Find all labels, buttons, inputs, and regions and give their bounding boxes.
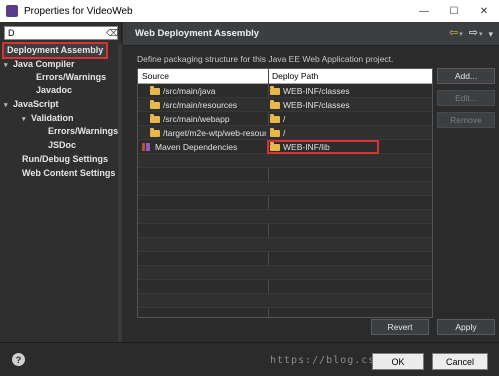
table-row[interactable]: /target/m2e-wtp/web-resources / [138,126,432,140]
tree-item-run-debug-settings[interactable]: Run/Debug Settings [22,153,108,166]
table-row [138,182,432,196]
remove-button[interactable]: Remove [437,112,495,128]
edit-button[interactable]: Edit... [437,90,495,106]
source-cell: /src/main/resources [142,99,266,111]
table-row [138,252,432,266]
dialog-button-bar: ? https://blog.csdn.net/ OK Cancel [0,342,499,376]
tree-item-label: JavaScript [13,99,59,109]
minimize-button[interactable]: — [409,0,439,22]
tree-item-javascript[interactable]: ▾ JavaScript [4,98,59,111]
help-icon[interactable]: ? [12,353,25,366]
clear-filter-icon[interactable]: ⌫ [106,28,119,38]
tree-item-java-compiler[interactable]: ▾ Java Compiler [4,58,75,71]
folder-icon [150,114,160,123]
table-row [138,238,432,252]
page-header: Web Deployment Assembly ⇦▾ ⇨▾ ▾ [123,22,499,46]
table-row [138,280,432,294]
tree-item-label: Deployment Assembly [7,45,104,55]
tree-item-label: Errors/Warnings [48,126,119,136]
window-controls: — ☐ ✕ [409,0,499,22]
folder-icon [150,128,160,137]
add-button[interactable]: Add... [437,68,495,84]
library-icon [142,143,151,151]
table-row[interactable]: /src/main/resources WEB-INF/classes [138,98,432,112]
tree-item-label: Validation [31,113,74,123]
folder-icon [270,100,280,109]
table-row [138,224,432,238]
folder-icon [270,142,280,151]
tree-item-errors-warnings[interactable]: Errors/Warnings [36,71,106,84]
tree-item-label: Java Compiler [13,59,75,69]
table-row [138,308,432,317]
tree-item-label: JSDoc [48,140,77,150]
close-button[interactable]: ✕ [469,0,499,22]
back-arrow-icon[interactable]: ⇦▾ [449,27,463,41]
filter-input[interactable]: D ⌫ [4,26,119,40]
nav-scrollbar[interactable] [118,44,122,344]
deploy-cell: WEB-INF/lib [267,140,379,154]
table-row [138,294,432,308]
table-row [138,210,432,224]
filter-value: D [8,28,15,38]
deploy-cell: WEB-INF/classes [270,85,430,97]
apply-button[interactable]: Apply [437,319,495,335]
tree-item-js-errors-warnings[interactable]: Errors/Warnings [48,125,118,138]
source-cell: /src/main/webapp [142,113,266,125]
page-nav: ⇦▾ ⇨▾ ▾ [449,27,493,41]
page-title: Web Deployment Assembly [135,28,260,39]
view-menu-icon[interactable]: ▾ [488,29,493,40]
column-header-source[interactable]: Source [142,71,169,81]
tree-item-label: Web Content Settings [22,168,116,178]
folder-icon [150,100,160,109]
tree-item-javadoc[interactable]: Javadoc [36,84,72,97]
expand-arrow-icon[interactable]: ▾ [22,113,31,126]
tree-item-label: Errors/Warnings [36,72,107,82]
cancel-button[interactable]: Cancel [432,353,488,370]
folder-icon [150,86,160,95]
revert-button[interactable]: Revert [371,319,429,335]
deploy-cell: WEB-INF/classes [270,99,430,111]
expand-arrow-icon[interactable]: ▾ [4,59,13,72]
source-cell: Maven Dependencies [142,141,266,153]
eclipse-app-icon [6,5,18,17]
folder-icon [270,128,280,137]
folder-icon [270,86,280,95]
forward-arrow-icon[interactable]: ⇨▾ [469,27,483,41]
tree-item-label: Javadoc [36,85,73,95]
property-page: Web Deployment Assembly ⇦▾ ⇨▾ ▾ Define p… [123,22,499,342]
tree-item-deployment-assembly[interactable]: Deployment Assembly [1,42,109,59]
table-row [138,196,432,210]
sort-indicator-icon: ⌃ [200,68,206,73]
deploy-cell: / [270,127,430,139]
table-row [138,168,432,182]
deployment-table[interactable]: Source ⌃ Deploy Path /src/main/java WEB-… [137,68,433,318]
folder-icon [270,114,280,123]
table-row[interactable]: Maven Dependencies WEB-INF/lib [138,140,432,154]
tree-item-web-content-settings[interactable]: Web Content Settings [22,167,115,180]
page-description: Define packaging structure for this Java… [137,54,394,64]
deploy-cell: / [270,113,430,125]
source-cell: /src/main/java [142,85,266,97]
tree-item-jsdoc[interactable]: JSDoc [48,139,76,152]
maximize-button[interactable]: ☐ [439,0,469,22]
table-row[interactable]: /src/main/webapp / [138,112,432,126]
window-titlebar: Properties for VideoWeb — ☐ ✕ [0,0,499,22]
back-dropdown-icon[interactable]: ▾ [459,31,463,38]
table-row[interactable]: /src/main/java WEB-INF/classes [138,84,432,98]
tree-item-validation[interactable]: ▾ Validation [22,112,74,125]
window-title: Properties for VideoWeb [24,5,133,17]
source-cell: /target/m2e-wtp/web-resources [142,127,266,139]
expand-arrow-icon[interactable]: ▾ [4,99,13,112]
tree-item-label: Run/Debug Settings [22,154,108,164]
table-row [138,266,432,280]
table-header: Source ⌃ Deploy Path [138,68,432,84]
properties-nav-panel: D ⌫ Deployment Assembly ▾ Java Compiler E… [0,22,122,344]
forward-dropdown-icon[interactable]: ▾ [479,31,483,38]
ok-button[interactable]: OK [372,353,424,370]
column-header-deploy-path[interactable]: Deploy Path [272,71,318,81]
table-row [138,154,432,168]
